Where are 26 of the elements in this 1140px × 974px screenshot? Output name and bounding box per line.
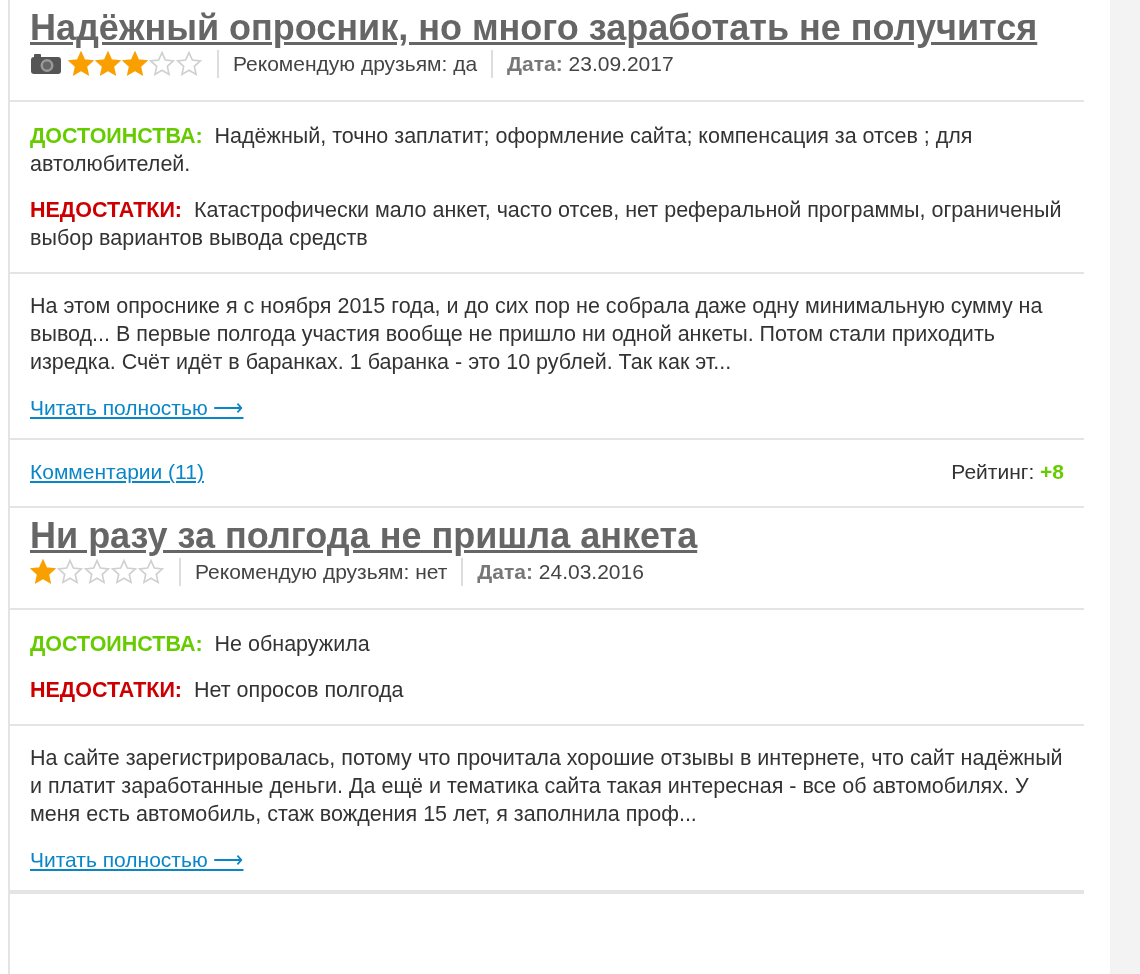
star-icon — [68, 51, 94, 77]
read-more-link[interactable]: Читать полностью ⟶ — [30, 396, 244, 420]
review-title[interactable]: Надёжный опросник, но много заработать не получится — [30, 6, 1038, 50]
cons-text: НЕДОСТАТКИ: Нет опросов полгода — [30, 677, 405, 704]
review-title[interactable]: Ни разу за полгода не пришла анкета — [30, 514, 698, 558]
cons-text: НЕДОСТАТКИ: Катастрофически мало анкет, часто отсев, нет реферальной программы, ограниченый выбор вариантов вывода средств — [30, 197, 1063, 252]
star-icon — [95, 51, 121, 77]
date-text: Дата: 23.09.2017 — [507, 52, 674, 76]
read-more-link[interactable]: Читать полностью ⟶ — [30, 848, 244, 872]
star-icon — [149, 51, 175, 77]
pros-text: ДОСТОИНСТВА: Не обнаружила — [30, 631, 371, 658]
star-icon — [176, 51, 202, 77]
date-text: Дата: 24.03.2016 — [477, 560, 644, 584]
comments-link[interactable]: Комментарии (11) — [30, 460, 204, 484]
star-icon — [30, 559, 56, 585]
recommend-text: Рекомендую друзьям: да — [233, 52, 478, 76]
pros-text: ДОСТОИНСТВА: Надёжный, точно заплатит; оформление сайта; компенсация за отсев ; для автолюбителей. — [30, 123, 974, 178]
review-text: На сайте зарегистрировалась, потому что прочитала хорошие отзывы в интернете, что сайт надёжный и платит заработанные деньги. Да ещё и тематика сайта такая интересная - все об автомобилях. У меня есть автомобиль, стаж вождения 15 лет, я заполнила проф... — [30, 745, 1064, 828]
star-icon — [111, 559, 137, 585]
rating-text: Рейтинг: +8 — [951, 460, 1065, 484]
star-icon — [57, 559, 83, 585]
review-text: На этом опроснике я с ноября 2015 года, и до сих пор не собрала даже одну минимальную сумму на вывод... В первые полгода участия вообще не пришло ни одной анкеты. Потом стали приходить изредка. Счёт идёт в баранках. 1 баранка - это 10 рублей. Так как эт... — [30, 293, 1044, 376]
star-icon — [84, 559, 110, 585]
star-icon — [138, 559, 164, 585]
star-icon — [122, 51, 148, 77]
recommend-text: Рекомендую друзьям: нет — [195, 560, 448, 584]
